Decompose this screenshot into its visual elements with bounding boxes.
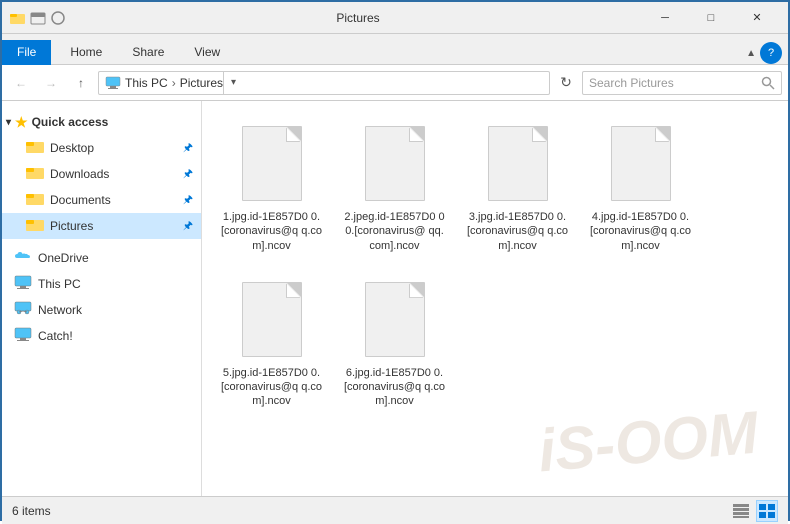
ribbon-collapse-button[interactable]: ▲ <box>746 48 756 59</box>
computer-icon <box>105 75 121 91</box>
catch-icon <box>14 327 32 345</box>
window-icon2 <box>30 10 46 26</box>
file-item-5[interactable]: 5.jpg.id-1E857D0 0.[coronavirus@q q.com]… <box>214 269 329 417</box>
path-arrow-1: › <box>172 76 176 90</box>
sidebar-item-downloads[interactable]: Downloads 🖈 <box>2 161 201 187</box>
file-grid: 1.jpg.id-1E857D0 0.[coronavirus@q q.com]… <box>210 109 780 421</box>
sidebar-item-network[interactable]: Network <box>2 297 201 323</box>
window-icon3 <box>50 10 66 26</box>
sidebar: ▾ ★ Quick access Desktop 🖈 Down <box>2 101 202 496</box>
downloads-folder-icon <box>26 165 44 183</box>
file-icon <box>237 121 307 206</box>
file-item-2[interactable]: 2.jpeg.id-1E857D0 00.[coronavirus@ qq.co… <box>337 113 452 261</box>
file-icon <box>483 121 553 206</box>
path-dropdown[interactable]: ▾ <box>223 71 243 95</box>
tab-file[interactable]: File <box>2 40 51 65</box>
file-name: 4.jpg.id-1E857D0 0.[coronavirus@q q.com]… <box>589 210 692 253</box>
sidebar-item-catch[interactable]: Catch! <box>2 323 201 349</box>
status-bar: 6 items <box>2 496 788 524</box>
chevron-icon: ▾ <box>6 117 11 128</box>
pin-icon: 🖈 <box>183 217 193 236</box>
sidebar-item-label: Desktop <box>50 141 94 155</box>
ribbon-tabs: File Home Share View ▲ ? <box>2 34 788 64</box>
sidebar-item-label: Network <box>38 303 82 317</box>
file-icon <box>237 277 307 362</box>
address-bar: ← → ↑ This PC › Pictures ▾ ↻ Search Pict… <box>2 65 788 101</box>
refresh-button[interactable]: ↻ <box>554 71 578 95</box>
title-bar-icons <box>10 10 66 26</box>
pictures-folder-icon <box>26 217 44 235</box>
file-name: 6.jpg.id-1E857D0 0.[coronavirus@q q.com]… <box>343 366 446 409</box>
quick-access-header[interactable]: ▾ ★ Quick access <box>2 109 201 135</box>
file-icon <box>606 121 676 206</box>
title-bar: Pictures ─ □ ✕ <box>2 2 788 34</box>
forward-button[interactable]: → <box>38 70 64 96</box>
sidebar-item-label: Documents <box>50 193 111 207</box>
documents-folder-icon <box>26 191 44 209</box>
list-view-button[interactable] <box>730 500 752 522</box>
network-icon <box>14 301 32 319</box>
tab-view[interactable]: View <box>179 40 235 65</box>
sidebar-item-thispc[interactable]: This PC <box>2 271 201 297</box>
star-icon: ★ <box>15 114 28 131</box>
window-icon <box>10 10 26 26</box>
sidebar-item-label: This PC <box>38 277 81 291</box>
file-item-1[interactable]: 1.jpg.id-1E857D0 0.[coronavirus@q q.com]… <box>214 113 329 261</box>
search-box[interactable]: Search Pictures <box>582 71 782 95</box>
tab-share[interactable]: Share <box>117 40 179 65</box>
sidebar-item-label: Pictures <box>50 219 93 233</box>
grid-view-button[interactable] <box>756 500 778 522</box>
item-count: 6 items <box>12 504 51 518</box>
sidebar-item-onedrive[interactable]: OneDrive <box>2 245 201 271</box>
sidebar-item-pictures[interactable]: Pictures 🖈 <box>2 213 201 239</box>
pin-icon: 🖈 <box>183 139 193 158</box>
file-name: 2.jpeg.id-1E857D0 00.[coronavirus@ qq.co… <box>343 210 446 253</box>
desktop-folder-icon <box>26 139 44 157</box>
tab-home[interactable]: Home <box>55 40 117 65</box>
file-name: 5.jpg.id-1E857D0 0.[coronavirus@q q.com]… <box>220 366 323 409</box>
up-button[interactable]: ↑ <box>68 70 94 96</box>
main-content: ▾ ★ Quick access Desktop 🖈 Down <box>2 101 788 496</box>
search-placeholder: Search Pictures <box>589 76 761 90</box>
maximize-button[interactable]: □ <box>688 2 734 34</box>
sidebar-item-label: Downloads <box>50 167 109 181</box>
window-title: Pictures <box>74 11 642 25</box>
file-name: 1.jpg.id-1E857D0 0.[coronavirus@q q.com]… <box>220 210 323 253</box>
path-thispc: This PC <box>125 76 168 90</box>
quick-access-label: Quick access <box>32 115 109 129</box>
ribbon: File Home Share View ▲ ? <box>2 34 788 65</box>
minimize-button[interactable]: ─ <box>642 2 688 34</box>
file-area: iS-OOM 1.jpg.id-1E857D0 0.[coronavirus@q… <box>202 101 788 496</box>
view-controls <box>730 500 778 522</box>
thispc-icon <box>14 275 32 293</box>
file-item-3[interactable]: 3.jpg.id-1E857D0 0.[coronavirus@q q.com]… <box>460 113 575 261</box>
close-button[interactable]: ✕ <box>734 2 780 34</box>
sidebar-item-label: OneDrive <box>38 251 89 265</box>
pin-icon: 🖈 <box>183 165 193 184</box>
onedrive-icon <box>14 249 32 267</box>
file-icon <box>360 277 430 362</box>
path-pictures: Pictures <box>180 76 223 90</box>
search-icon <box>761 76 775 90</box>
address-path[interactable]: This PC › Pictures ▾ <box>98 71 550 95</box>
back-button[interactable]: ← <box>8 70 34 96</box>
file-icon <box>360 121 430 206</box>
file-name: 3.jpg.id-1E857D0 0.[coronavirus@q q.com]… <box>466 210 569 253</box>
sidebar-item-desktop[interactable]: Desktop 🖈 <box>2 135 201 161</box>
sidebar-item-documents[interactable]: Documents 🖈 <box>2 187 201 213</box>
sidebar-item-label: Catch! <box>38 329 73 343</box>
window-controls: ─ □ ✕ <box>642 2 780 34</box>
help-button[interactable]: ? <box>760 42 782 64</box>
file-item-6[interactable]: 6.jpg.id-1E857D0 0.[coronavirus@q q.com]… <box>337 269 452 417</box>
file-item-4[interactable]: 4.jpg.id-1E857D0 0.[coronavirus@q q.com]… <box>583 113 698 261</box>
pin-icon: 🖈 <box>183 191 193 210</box>
